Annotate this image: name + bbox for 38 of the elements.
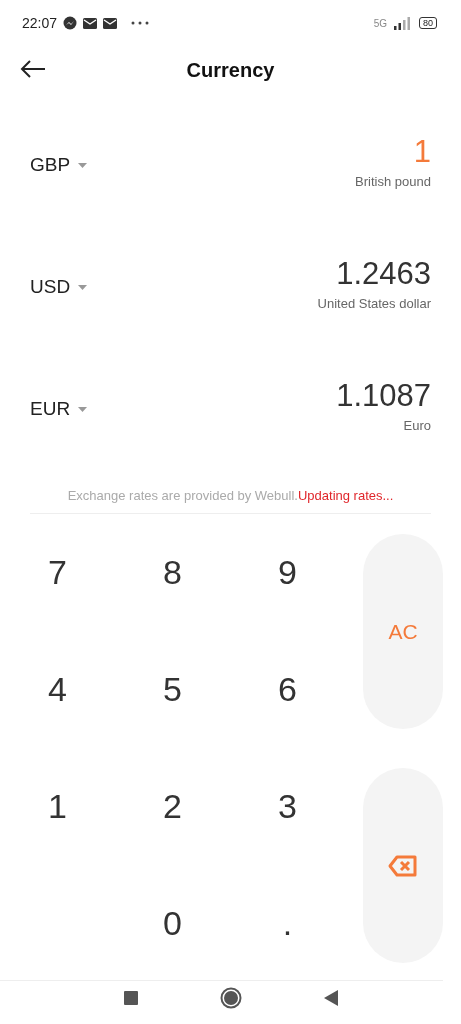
- currency-name: British pound: [355, 174, 431, 189]
- update-status: Updating rates...: [297, 488, 394, 503]
- keypad-key[interactable]: 9: [230, 534, 345, 610]
- battery-level: 80: [419, 17, 437, 29]
- keypad-key[interactable]: 2: [115, 768, 230, 844]
- mail-icon: [83, 17, 98, 29]
- currency-amount[interactable]: 1.2463: [336, 256, 431, 292]
- keypad-key[interactable]: 6: [230, 651, 345, 727]
- back-icon[interactable]: [323, 989, 338, 1006]
- recent-apps-icon[interactable]: [123, 990, 138, 1005]
- status-time: 22:07: [22, 15, 58, 31]
- mail-icon: [103, 17, 118, 29]
- keypad-key[interactable]: 0: [115, 885, 230, 961]
- keypad-key[interactable]: 5: [115, 651, 230, 727]
- backspace-icon: [388, 854, 418, 877]
- keypad-key[interactable]: 1: [0, 768, 115, 844]
- keypad-key[interactable]: 7: [0, 534, 115, 610]
- currency-name: United States dollar: [317, 296, 431, 311]
- keypad-key[interactable]: .: [230, 885, 345, 961]
- currency-amount[interactable]: 1.1087: [336, 378, 431, 414]
- dropdown-caret-icon: [78, 162, 88, 168]
- back-arrow-icon[interactable]: [20, 60, 46, 78]
- home-icon[interactable]: [219, 986, 242, 1009]
- more-icon: [131, 21, 150, 25]
- dropdown-caret-icon: [78, 284, 88, 290]
- dropdown-caret-icon: [78, 406, 88, 412]
- currency-selector[interactable]: USD: [30, 274, 88, 300]
- rates-note: Exchange rates are provided by Webull.Updating rates...: [30, 488, 431, 514]
- currency-selector[interactable]: EUR: [30, 396, 88, 422]
- keypad-key[interactable]: 8: [115, 534, 230, 610]
- signal-icon: [393, 16, 413, 30]
- keypad-key[interactable]: 4: [0, 651, 115, 727]
- currency-name: Euro: [403, 418, 431, 433]
- currency-selector[interactable]: GBP: [30, 152, 88, 178]
- keypad-key[interactable]: 3: [230, 768, 345, 844]
- messenger-icon: [63, 16, 78, 30]
- network-type: 5G: [373, 17, 387, 29]
- page-title: Currency: [186, 58, 275, 82]
